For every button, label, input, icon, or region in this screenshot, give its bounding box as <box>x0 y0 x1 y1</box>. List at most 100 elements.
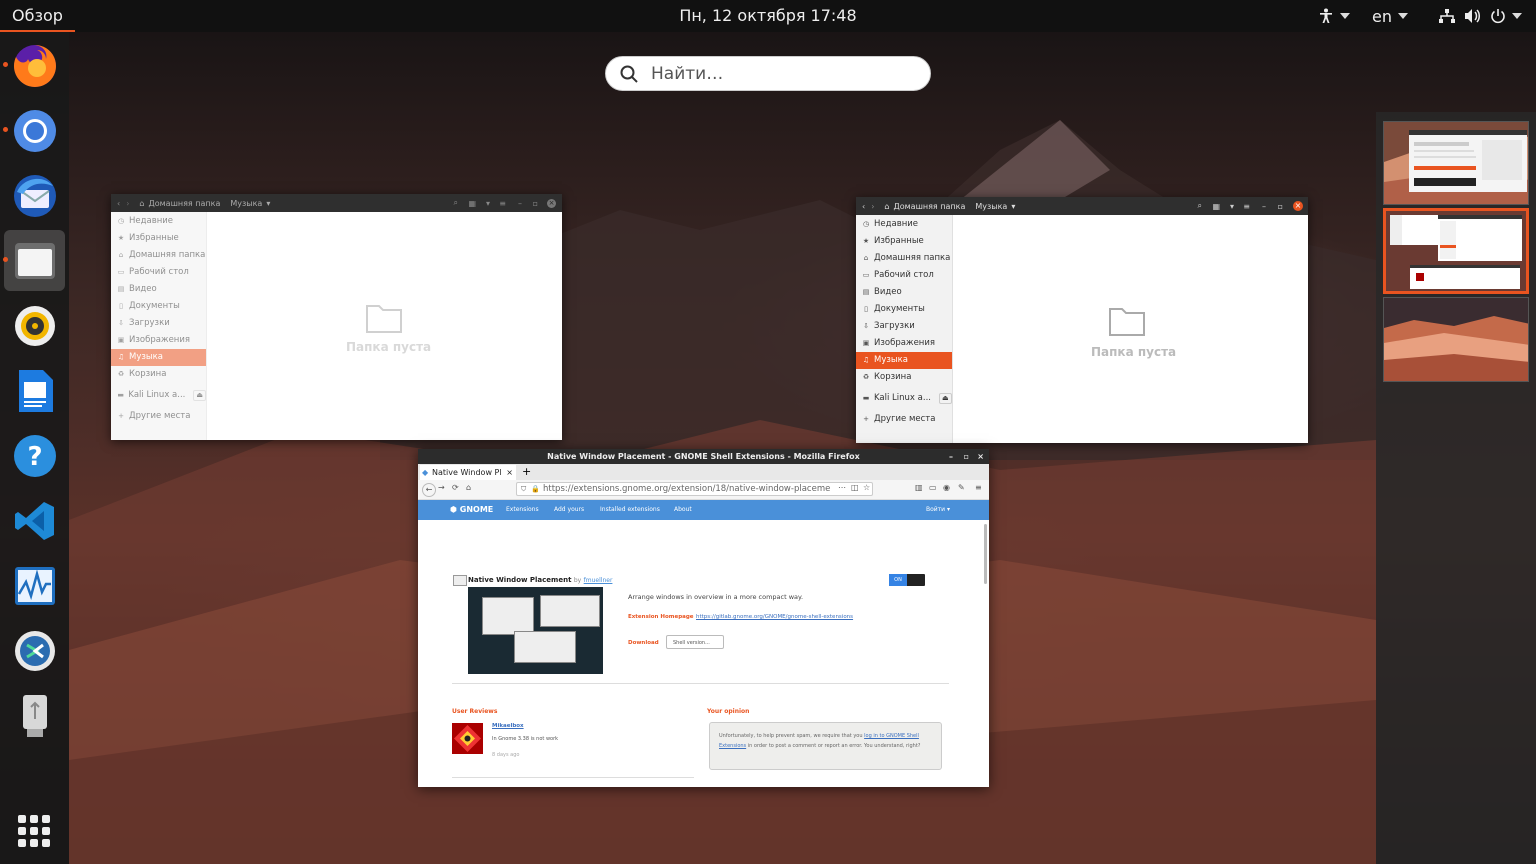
dock-chromium[interactable] <box>3 100 65 161</box>
sidebar-item[interactable]: ▯ Документы <box>856 301 952 318</box>
forward-icon[interactable]: › <box>126 199 129 208</box>
chevron-down-icon[interactable]: ▾ <box>1230 202 1234 211</box>
path-home[interactable]: Домашняя папка <box>893 202 965 211</box>
dock-writer[interactable] <box>4 360 65 421</box>
homepage-link[interactable]: https://gitlab.gnome.org/GNOME/gnome-she… <box>696 614 853 620</box>
sidebar-item[interactable]: ◷ Недавние <box>111 213 206 230</box>
dock-help[interactable]: ? <box>4 425 65 486</box>
dock-rhythmbox[interactable] <box>4 295 65 356</box>
sidebar-item[interactable]: ▬ Kali Linux a... ⏏ <box>856 390 952 407</box>
minimize-icon[interactable]: – <box>518 199 522 208</box>
sidebar-item[interactable]: ⌂ Домашняя папка <box>856 250 952 267</box>
power-menu[interactable] <box>1490 8 1522 24</box>
path-current[interactable]: Музыка <box>230 199 262 208</box>
maximize-icon[interactable]: ▫ <box>964 449 969 464</box>
minimize-icon[interactable]: – <box>1262 202 1266 211</box>
home-icon[interactable]: ⌂ <box>466 483 471 492</box>
sidebar-item[interactable]: + Другие места <box>856 411 952 428</box>
activities-button[interactable]: Обзор <box>0 0 75 32</box>
maximize-icon[interactable]: ▫ <box>533 199 538 208</box>
sidebar-item[interactable]: ▭ Рабочий стол <box>111 264 206 281</box>
forward-icon[interactable]: → <box>438 483 445 492</box>
workspace-1[interactable] <box>1383 121 1529 205</box>
sidebar-item[interactable]: ▯ Документы <box>111 298 206 315</box>
sidebar-item[interactable]: ▣ Изображения <box>856 335 952 352</box>
sidebar-item[interactable]: ▤ Видео <box>856 284 952 301</box>
view-toggle-icon[interactable]: ▦ <box>1212 202 1220 211</box>
keyboard-layout-menu[interactable]: en <box>1372 7 1408 26</box>
new-tab-icon[interactable]: + <box>522 464 531 479</box>
clock[interactable]: Пн, 12 октября 17:48 <box>679 6 856 25</box>
sidebar-item[interactable]: ▤ Видео <box>111 281 206 298</box>
files-window-left[interactable]: ‹ › ⌂ Домашняя папка Музыка ▾ ⌕ ▦ ▾ ≡ – … <box>111 194 562 440</box>
dock-remmina[interactable] <box>4 620 65 681</box>
gnome-extension-icon[interactable]: ✎ <box>958 483 965 492</box>
search-input[interactable] <box>649 62 913 85</box>
sidebar-item[interactable]: ▣ Изображения <box>111 332 206 349</box>
search-icon[interactable]: ⌕ <box>1198 201 1202 211</box>
files-window-right[interactable]: ‹ › ⌂ Домашняя папка Музыка ▾ ⌕ ▦ ▾ ≡ – … <box>856 197 1308 443</box>
show-applications-button[interactable] <box>18 815 50 847</box>
sidebar-item[interactable]: ⇩ Загрузки <box>856 318 952 335</box>
extension-toggle[interactable]: ON <box>889 574 925 586</box>
reload-icon[interactable]: ⟳ <box>452 483 459 492</box>
path-current[interactable]: Музыка <box>975 202 1007 211</box>
sidebar-item[interactable]: ★ Избранные <box>111 230 206 247</box>
dock-firefox[interactable] <box>3 35 65 96</box>
pocket-icon[interactable]: ◫ <box>851 483 859 492</box>
view-toggle-icon[interactable]: ▦ <box>468 199 476 208</box>
author-link[interactable]: fmuellner <box>584 577 613 584</box>
scrollbar[interactable] <box>984 524 987 584</box>
chevron-down-icon[interactable]: ▾ <box>486 199 490 208</box>
workspace-2[interactable] <box>1383 208 1529 294</box>
menu-icon[interactable]: ≡ <box>975 483 982 492</box>
shell-version-select[interactable]: Shell version... <box>666 635 724 649</box>
sidebar-item[interactable]: ★ Избранные <box>856 233 952 250</box>
sidebar-item[interactable]: ◷ Недавние <box>856 216 952 233</box>
maximize-icon[interactable]: ▫ <box>1278 202 1283 211</box>
login-link[interactable]: Войти ▾ <box>926 500 950 520</box>
library-icon[interactable]: ▥ <box>915 483 923 492</box>
back-icon[interactable]: ‹ <box>862 202 865 211</box>
gnome-logo[interactable]: ⬢ GNOME <box>450 500 493 520</box>
sidebar-item[interactable]: ▭ Рабочий стол <box>856 267 952 284</box>
browser-tab[interactable]: ◆ Native Window Pl × <box>420 465 516 480</box>
nav-add-yours[interactable]: Add yours <box>554 500 584 520</box>
close-icon[interactable]: × <box>1293 201 1303 211</box>
accessibility-menu[interactable] <box>1318 8 1351 24</box>
sidebar-icon[interactable]: ▭ <box>929 483 937 492</box>
close-icon[interactable]: × <box>977 449 984 464</box>
reviewer-name[interactable]: Mikaelbox <box>492 723 524 729</box>
dock-files[interactable] <box>3 230 65 291</box>
nav-installed[interactable]: Installed extensions <box>600 500 660 520</box>
close-icon[interactable]: × <box>547 198 556 208</box>
url-bar[interactable]: ⛉ 🔒 https://extensions.gnome.org/extensi… <box>516 482 873 496</box>
sidebar-item[interactable]: + Другие места <box>111 408 206 425</box>
search-icon[interactable]: ⌕ <box>454 198 458 208</box>
minimize-icon[interactable]: – <box>949 449 953 464</box>
sidebar-item[interactable]: ⇩ Загрузки <box>111 315 206 332</box>
extension-icon[interactable]: ◉ <box>943 483 950 492</box>
close-tab-icon[interactable]: × <box>506 465 513 480</box>
dock-vscode[interactable] <box>4 490 65 551</box>
nav-about[interactable]: About <box>674 500 692 520</box>
nav-extensions[interactable]: Extensions <box>506 500 539 520</box>
back-icon[interactable]: ← <box>422 483 436 497</box>
dock-system-monitor[interactable] <box>4 555 65 616</box>
path-home[interactable]: Домашняя папка <box>148 199 220 208</box>
volume-indicator[interactable] <box>1464 8 1482 24</box>
overview-search[interactable] <box>605 56 931 91</box>
eject-icon[interactable]: ⏏ <box>193 390 206 401</box>
dock-usb-drive[interactable] <box>4 685 65 746</box>
sidebar-item[interactable]: ♫ Музыка <box>856 352 952 369</box>
menu-icon[interactable]: ≡ <box>1243 202 1250 211</box>
eject-icon[interactable]: ⏏ <box>938 393 952 404</box>
back-icon[interactable]: ‹ <box>117 199 120 208</box>
forward-icon[interactable]: › <box>871 202 874 211</box>
sidebar-item[interactable]: ♻ Корзина <box>111 366 206 383</box>
dock-thunderbird[interactable] <box>4 165 65 226</box>
network-indicator[interactable] <box>1438 8 1456 24</box>
sidebar-item[interactable]: ▬ Kali Linux a... ⏏ <box>111 387 206 404</box>
firefox-window[interactable]: Native Window Placement - GNOME Shell Ex… <box>418 449 989 787</box>
workspace-3[interactable] <box>1383 297 1529 382</box>
